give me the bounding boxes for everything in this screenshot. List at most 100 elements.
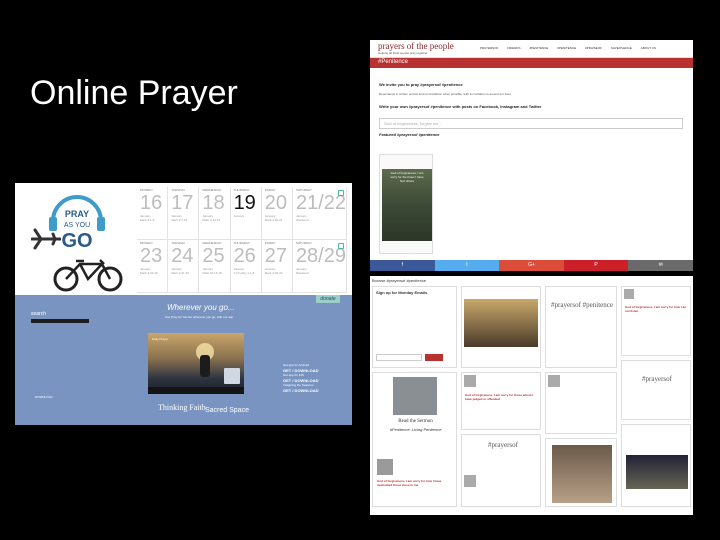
post-card-8[interactable]: #prayersof: [621, 360, 691, 420]
sermon-card[interactable]: Read the Sermon #Penitence: Living Penit…: [372, 372, 457, 507]
calendar-day[interactable]: MONDAY 23 January Mark 3:22-30: [137, 240, 169, 293]
payg-promo-band: search donate Wherever you go... Use Pra…: [15, 295, 352, 425]
calendar-day[interactable]: FRIDAY 20 January Mark 3:20-21: [261, 187, 293, 240]
nav-item[interactable]: #PENITENCE: [529, 46, 548, 50]
donate-button[interactable]: donate: [316, 295, 340, 303]
nav-item[interactable]: #PRAISEOF: [585, 46, 602, 50]
post-text: God of forgiveness, I am sorry for those…: [465, 393, 534, 401]
post-card-5[interactable]: [545, 372, 617, 434]
calendar-date: 18: [202, 192, 225, 214]
calendar-day[interactable]: TUESDAY 17 January Mark 3:7-12: [168, 187, 200, 240]
avatar: [464, 475, 476, 487]
calendar-day[interactable]: SATURDAY 28/29 January Weekend: [292, 240, 347, 293]
calendar-date: 23: [140, 245, 163, 267]
email-share-button[interactable]: ✉: [628, 260, 693, 271]
play-icon[interactable]: [338, 243, 344, 249]
post-card-4[interactable]: #prayersof #penitence: [545, 286, 617, 368]
app-link-seasons[interactable]: Imagining the Seasons GET / DOWNLOAD: [283, 383, 319, 393]
airplane-icon: [31, 228, 61, 250]
post-card-6[interactable]: [545, 438, 617, 507]
post-image: [552, 445, 612, 503]
potp-tagline: Helping all think people pray together: [378, 51, 428, 55]
avatar: [377, 459, 393, 475]
calendar-day[interactable]: THURSDAY 26 January 2 Timothy 1:1-8: [230, 240, 262, 293]
post-hashtag: #prayersof: [488, 441, 518, 449]
prayers-of-the-people-screenshot: prayers of the people Helping all think …: [370, 40, 693, 271]
thinking-faith-logo[interactable]: Thinking Faith: [158, 403, 206, 412]
post-image: [626, 455, 688, 489]
post-card-1[interactable]: [461, 286, 541, 368]
calendar-date: 25: [202, 245, 225, 267]
post-text: God of forgiveness, I am sorry for how I…: [377, 479, 442, 487]
post-card-9[interactable]: [621, 424, 691, 507]
avatar: [548, 375, 560, 387]
search-input[interactable]: [31, 319, 89, 323]
svg-text:PRAY: PRAY: [65, 209, 89, 219]
search-label: search: [31, 311, 47, 317]
write-line: Write your own #prayersof #penitence wit…: [379, 104, 542, 109]
calendar-reading: Mark 3:22-30: [140, 271, 158, 275]
post-hashtag: #prayersof: [642, 375, 672, 383]
calendar-day[interactable]: FRIDAY 27 January Mark 4:26-34: [261, 240, 293, 293]
play-icon[interactable]: [338, 190, 344, 196]
app-link-ios[interactable]: Get app for iOS GET / DOWNLOAD: [283, 373, 319, 383]
calendar-reading: Mark 3:13-19: [202, 218, 221, 222]
potp-brand[interactable]: prayers of the people: [378, 41, 454, 51]
potp-header: prayers of the people Helping all think …: [370, 40, 693, 58]
signup-card[interactable]: Sign up for Monday Emails: [372, 286, 457, 368]
svg-text:GO: GO: [61, 230, 92, 252]
sacred-space-logo[interactable]: Sacred Space: [205, 407, 249, 414]
featured-heading: Featured #prayersof #penitence: [379, 132, 440, 137]
nav-item[interactable]: PRAYERSOF: [480, 46, 498, 50]
app-link-android[interactable]: Get app for Android GET / DOWNLOAD: [283, 363, 319, 373]
prayer-input[interactable]: God of forgiveness, forgive me...: [379, 118, 683, 129]
facebook-share-button[interactable]: f: [370, 260, 435, 271]
section-title: #Penitence: [378, 59, 409, 65]
nav-item[interactable]: FRIENDS: [507, 46, 520, 50]
calendar-date: 16: [140, 192, 163, 214]
calendar-day[interactable]: TUESDAY 24 January Mark 3:31-35: [168, 240, 200, 293]
nav-item[interactable]: SAVE/PLEDGE: [611, 46, 632, 50]
app-links: Get app for Android GET / DOWNLOAD Get ap…: [283, 363, 319, 393]
calendar-day[interactable]: WEDNESDAY 18 January Mark 3:13-19: [199, 187, 231, 240]
post-card-3[interactable]: #prayersof: [461, 434, 541, 507]
potp-nav: PRAYERSOF FRIENDS #PENITENCE #PENITENCE #PRA…: [480, 46, 656, 50]
calendar-reading: Mark 3:7-12: [171, 218, 188, 222]
sermon-title: Read the Sermon: [398, 419, 433, 424]
nav-item[interactable]: ABOUT US: [641, 46, 656, 50]
pinterest-share-button[interactable]: P: [563, 260, 629, 271]
calendar-date: 26: [233, 245, 256, 267]
headline-sub: Use Pray As You Go wherever you go, with…: [165, 315, 234, 319]
mini-logo: [224, 368, 240, 384]
featured-post[interactable]: God of forgiveness, I am sorry for the t…: [379, 154, 433, 254]
signup-button[interactable]: [425, 354, 443, 361]
svg-text:AS YOU: AS YOU: [64, 222, 90, 229]
post-card-7[interactable]: God of forgiveness, I am sorry for how I…: [621, 286, 691, 356]
post-hashtag: #prayersof #penitence: [551, 301, 613, 309]
twitter-share-button[interactable]: t: [434, 260, 500, 271]
email-field[interactable]: [376, 354, 422, 361]
googleplus-share-button[interactable]: G+: [499, 260, 564, 271]
calendar-grid: MONDAY 16 January Mark 3:1-6 TUESDAY 17 Januar…: [137, 187, 347, 293]
invite-line: We invite you to pray #prayersof #penite…: [379, 82, 463, 87]
player-caption: Daily Prayer: [152, 337, 169, 341]
calendar-reading: Mark 3:31-35: [171, 271, 189, 275]
calendar-reading: Mark 3:1-6: [140, 218, 155, 222]
player-controls[interactable]: [148, 387, 244, 394]
calendar-reading: 2 Timothy 1:1-8: [233, 271, 255, 275]
calendar-day[interactable]: THURSDAY 19 January: [230, 187, 262, 240]
calendar-day[interactable]: WEDNESDAY 25 January Mark 16:15-18: [199, 240, 231, 293]
calendar-reading: Mark 16:15-18: [202, 271, 222, 275]
audio-player[interactable]: Daily Prayer: [148, 333, 244, 394]
calendar-date: 19: [233, 192, 256, 214]
calendar-day[interactable]: MONDAY 16 January Mark 3:1-6: [137, 187, 169, 240]
calendar-month: January: [233, 214, 245, 218]
nav-item[interactable]: #PENITENCE: [557, 46, 576, 50]
calendar-date: 20: [264, 192, 287, 214]
sermon-sub: #Penitence: Living Penitence: [389, 427, 442, 432]
definition-line: Repentance in written sorrow and reconci…: [379, 92, 512, 96]
post-card-2[interactable]: God of forgiveness, I am sorry for those…: [461, 372, 541, 430]
calendar-day[interactable]: SATURDAY 21/22 January Weekend: [292, 187, 347, 240]
sermon-photo: [393, 377, 437, 415]
footer-download[interactable]: DOWNLOAD: [35, 395, 53, 399]
